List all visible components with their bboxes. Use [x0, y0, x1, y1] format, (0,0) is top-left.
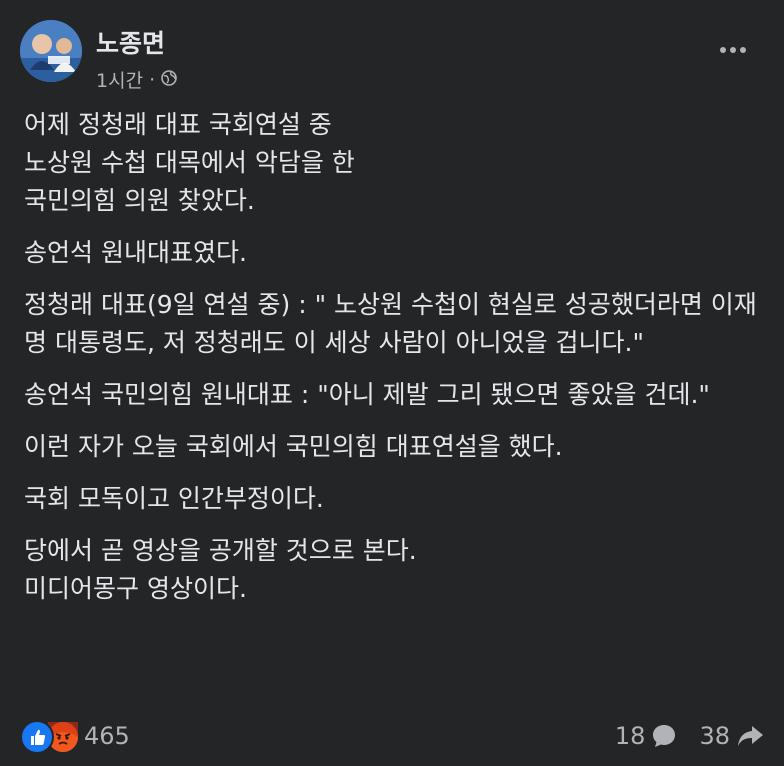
reaction-icons	[20, 720, 80, 754]
post-paragraph: 어제 정청래 대표 국회연설 중 노상원 수첩 대목에서 악담을 한 국민의힘 …	[24, 110, 355, 215]
post-card: 노종면 1시간 · 어제 정청래 대표 국회연설 중 노상원 수첩 대목에서 악…	[0, 0, 784, 766]
post-paragraph: 정청래 대표(9일 연설 중) : " 노상원 수첩이 현실로 성공했더라면 이…	[24, 290, 757, 357]
post-footer: 465 18 38	[20, 718, 764, 754]
post-content: 어제 정청래 대표 국회연설 중 노상원 수첩 대목에서 악담을 한 국민의힘 …	[24, 106, 768, 622]
avatar[interactable]	[20, 20, 82, 82]
post-paragraph: 당에서 곧 영상을 공개할 것으로 본다. 미디어몽구 영상이다.	[24, 536, 417, 603]
reaction-count: 465	[84, 722, 130, 750]
share-count: 38	[699, 722, 730, 750]
globe-icon	[161, 69, 177, 91]
post-time[interactable]: 1시간	[96, 66, 143, 93]
separator-dot: ·	[149, 68, 156, 91]
post-paragraph: 송언석 국민의힘 원내대표 : "아니 제발 그리 됐으면 좋았을 건데."	[24, 380, 710, 409]
comment-icon	[653, 725, 676, 747]
post-paragraph: 국회 모독이고 인간부정이다.	[24, 484, 324, 513]
avatar-image	[20, 20, 82, 82]
like-icon	[20, 720, 54, 754]
more-options-button[interactable]	[716, 38, 750, 62]
comments-count-button[interactable]: 18	[615, 722, 678, 750]
more-options-icon	[720, 47, 746, 53]
reactions-summary[interactable]: 465	[20, 720, 130, 754]
post-meta: 1시간 ·	[96, 66, 177, 93]
author-name[interactable]: 노종면	[96, 24, 165, 60]
post-paragraph: 이런 자가 오늘 국회에서 국민의힘 대표연설을 했다.	[24, 432, 563, 461]
shares-count-button[interactable]: 38	[699, 722, 764, 750]
post-paragraph: 송언석 원내대표였다.	[24, 238, 247, 267]
share-icon	[738, 726, 763, 746]
comment-count: 18	[614, 722, 646, 750]
post-header: 노종면 1시간 ·	[20, 20, 764, 92]
engagement-stats: 18 38	[615, 722, 764, 750]
